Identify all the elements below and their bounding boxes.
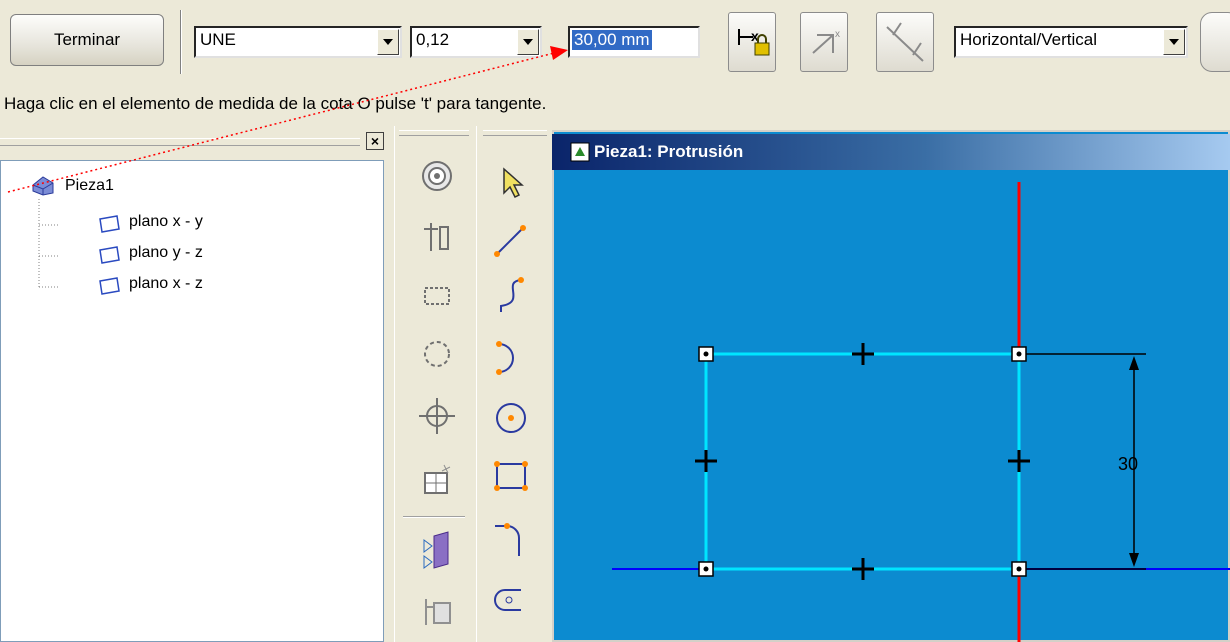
fillet-tool-icon[interactable] [491,520,531,560]
command-toolbar: Terminar UNE 0,12 30,00 mm x x Horizonta… [0,0,1230,92]
plane-icon [99,215,120,233]
feature-tree: Pieza1 plano x - y plano y - z plano x -… [0,160,384,642]
aligned-dimension-button[interactable] [876,12,934,72]
line-tool-icon[interactable] [491,220,531,260]
circle-tool-icon[interactable] [491,398,531,438]
point-target-tool-icon[interactable] [417,396,457,436]
arc-tool-icon[interactable] [491,338,531,378]
tangent-dimension-button[interactable]: x [800,12,848,72]
curve-tool-icon[interactable] [491,276,531,316]
close-icon[interactable]: × [366,132,384,150]
lock-dimension-button[interactable]: x [728,12,776,72]
dimension-value-input[interactable]: 30,00 mm [568,26,700,58]
midpoint-marker [1008,450,1030,472]
orientation-combo[interactable]: Horizontal/Vertical [954,26,1188,58]
midpoint-marker [695,450,717,472]
corner-points[interactable] [698,346,1027,577]
tree-item-plane-xy[interactable]: plano x - y [129,213,203,231]
tree-root-label[interactable]: Pieza1 [65,177,114,195]
feature-palette [394,126,474,642]
select-arrow-icon[interactable] [491,162,531,202]
extrude-surface-tool-icon[interactable] [417,530,457,570]
part-icon [32,176,54,196]
palette-separator [403,516,465,518]
tolerance-combo[interactable]: 0,12 [410,26,542,58]
standard-combo[interactable]: UNE [194,26,402,58]
svg-text:x: x [835,29,840,40]
dimension-angle-icon: x [812,29,840,54]
sketch-canvas[interactable]: 30 [552,170,1230,642]
toolbar-separator [180,10,182,74]
palette-grip[interactable] [483,130,547,136]
part-box-tool-icon[interactable] [417,590,457,630]
revolve-tool-icon[interactable] [417,214,457,254]
chevron-down-icon[interactable] [517,29,539,55]
window-title: Pieza1: Protrusión [594,142,744,161]
sketch-palette [476,126,552,642]
midpoint-marker [852,343,874,365]
panel-grip[interactable] [0,138,360,146]
window-icon [570,142,590,162]
finish-button[interactable]: Terminar [10,14,164,66]
plane-icon [99,277,120,295]
window-titlebar: Pieza1: Protrusión [552,134,1230,170]
lock-icon: x [738,28,770,56]
rectangle-tool-icon[interactable] [491,456,531,496]
status-prompt: Haga clic en el elemento de medida de la… [4,94,547,113]
rect-pattern-tool-icon[interactable] [417,276,457,316]
plane-icon [99,246,120,264]
chevron-down-icon[interactable] [377,29,399,55]
chevron-down-icon[interactable] [1163,29,1185,55]
grid-tool-icon[interactable] [417,460,457,500]
midpoint-marker [852,558,874,580]
hole-tool-icon[interactable] [417,156,457,196]
circular-pattern-tool-icon[interactable] [417,334,457,374]
sketch-rectangle[interactable] [704,352,1021,571]
palette-grip[interactable] [399,130,469,136]
offset-tool-icon[interactable] [491,584,531,624]
dimension-diagonal-icon [886,22,924,62]
tree-item-plane-yz[interactable]: plano y - z [129,244,203,262]
tree-item-plane-xz[interactable]: plano x - z [129,275,203,293]
dimension-label[interactable]: 30 [1118,454,1138,474]
more-options-button[interactable] [1200,12,1230,72]
